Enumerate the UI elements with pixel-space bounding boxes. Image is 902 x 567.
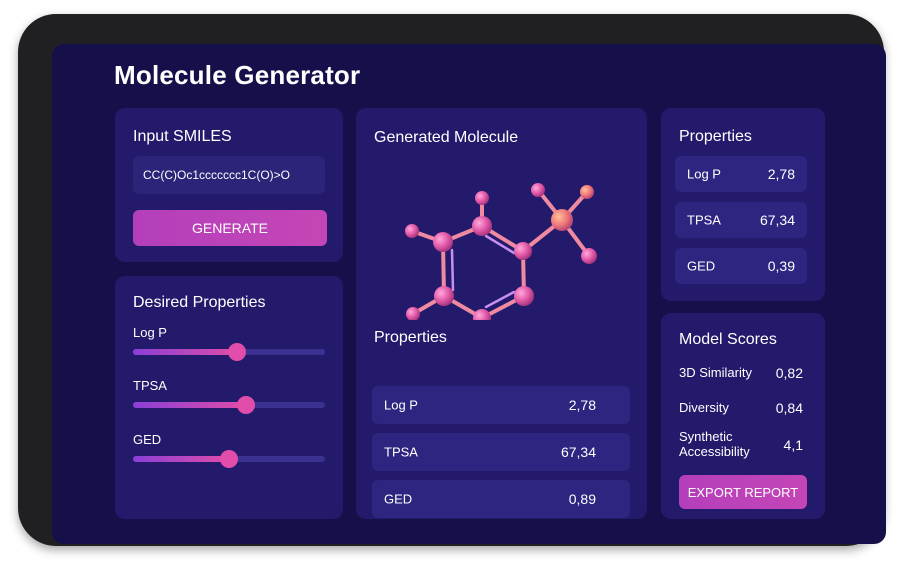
property-label: GED <box>384 491 413 507</box>
logp-slider-fill <box>133 349 237 355</box>
ged-slider-label: GED <box>133 432 162 447</box>
desired-properties-title: Desired Properties <box>133 294 266 311</box>
ged-slider-fill <box>133 456 229 462</box>
tpsa-slider-fill <box>133 402 247 408</box>
app-screen: Molecule Generator Input SMILES CC(C)Oc1… <box>52 44 886 544</box>
score-value-synthetic-accessibility: 4,1 <box>783 437 803 453</box>
export-report-button[interactable]: EXPORT REPORT <box>679 475 807 509</box>
score-label-synthetic-accessibility: Synthetic Accessibility <box>679 429 750 459</box>
generate-button[interactable]: GENERATE <box>133 210 327 246</box>
ged-slider-thumb[interactable] <box>220 450 238 468</box>
logp-slider[interactable] <box>133 343 325 361</box>
generated-molecule-title: Generated Molecule <box>374 129 519 146</box>
ged-slider[interactable] <box>133 450 325 468</box>
logp-slider-label: Log P <box>133 325 167 340</box>
property-label: Log P <box>384 397 418 413</box>
model-scores-panel: Model Scores 3D Similarity 0,82 Diversit… <box>661 313 825 519</box>
tpsa-slider[interactable] <box>133 396 325 414</box>
property-value: 67,34 <box>560 444 596 460</box>
property-row-tpsa: TPSA 67,34 <box>675 202 807 238</box>
property-value: 2,78 <box>568 397 596 413</box>
property-label: GED <box>687 258 716 274</box>
tpsa-slider-label: TPSA <box>133 378 167 393</box>
score-value-diversity: 0,84 <box>775 400 803 416</box>
properties-title: Properties <box>679 128 752 145</box>
generated-property-row-logp: Log P 2,78 <box>372 386 630 424</box>
score-label-diversity: Diversity <box>679 400 729 415</box>
tablet-frame: Molecule Generator Input SMILES CC(C)Oc1… <box>18 14 886 546</box>
score-value-3d-similarity: 0,82 <box>775 365 803 381</box>
page-title: Molecule Generator <box>114 60 361 90</box>
property-label: TPSA <box>384 444 418 460</box>
property-row-ged: GED 0,39 <box>675 248 807 284</box>
molecule-visualization <box>405 183 597 320</box>
tpsa-slider-thumb[interactable] <box>237 396 256 414</box>
generated-molecule-panel: Generated Molecule Properties Log P 2,78… <box>356 108 647 519</box>
property-value: 0,89 <box>568 491 596 507</box>
model-scores-title: Model Scores <box>679 331 777 348</box>
properties-panel: Properties Log P 2,78 TPSA 67,34 GED 0,3… <box>661 108 825 301</box>
property-row-logp: Log P 2,78 <box>675 156 807 192</box>
input-smiles-panel: Input SMILES CC(C)Oc1ccccccc1C(O)>O GENE… <box>115 108 343 262</box>
desired-properties-panel: Desired Properties Log P TPSA GED <box>115 276 343 519</box>
smiles-input[interactable]: CC(C)Oc1ccccccc1C(O)>O <box>133 156 325 194</box>
logp-slider-thumb[interactable] <box>227 343 246 361</box>
generated-property-row-tpsa: TPSA 67,34 <box>372 433 630 471</box>
property-label: Log P <box>687 166 721 182</box>
score-label-3d-similarity: 3D Similarity <box>679 365 752 380</box>
generated-property-row-ged: GED 0,89 <box>372 480 630 518</box>
generated-properties-title: Properties <box>374 329 447 346</box>
property-value: 0,39 <box>767 258 795 274</box>
molecule-inner-bonds <box>450 234 516 309</box>
property-label: TPSA <box>687 212 721 228</box>
property-value: 2,78 <box>767 166 795 182</box>
input-smiles-title: Input SMILES <box>133 128 232 145</box>
property-value: 67,34 <box>759 212 795 228</box>
